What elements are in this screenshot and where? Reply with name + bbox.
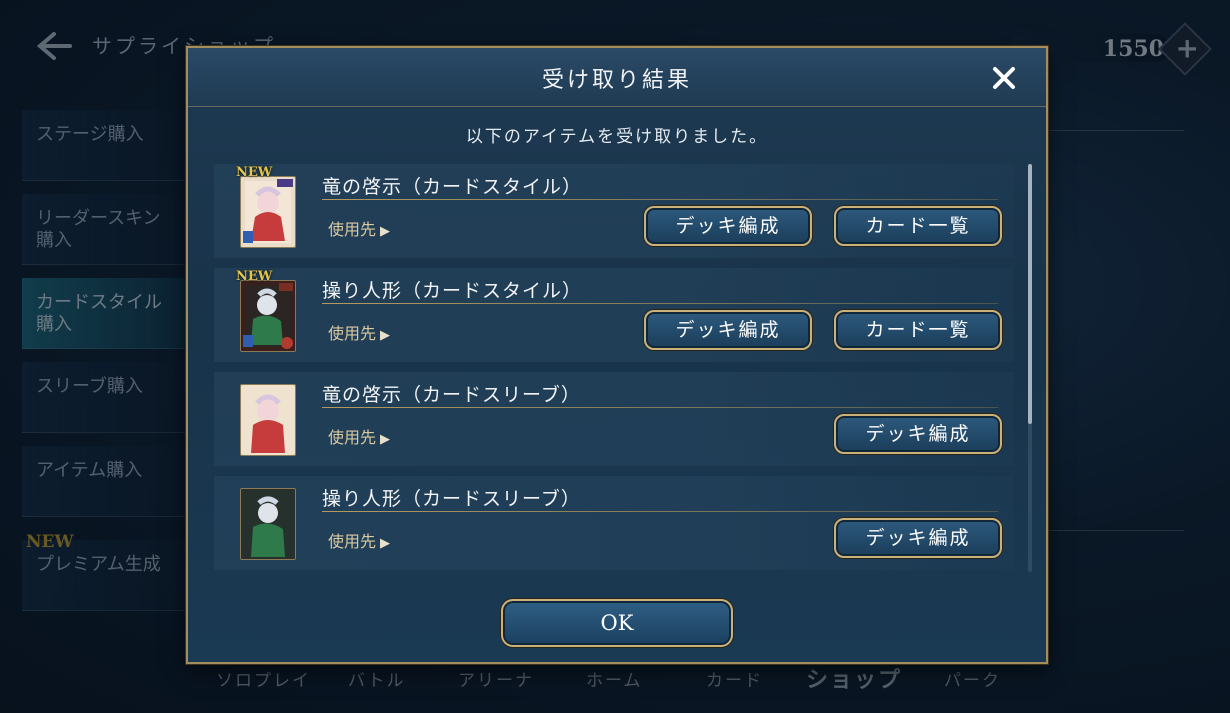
sleeve-thumbnail [240, 488, 296, 560]
list-item: NEW 竜の啓示（カードスタイル） 使用先 ▶ デッキ編成 カード一覧 [214, 164, 1014, 258]
item-name: 竜の啓示（カードスリーブ） [322, 384, 581, 406]
list-item: 操り人形（カードスリーブ） 使用先 ▶ デッキ編成 [214, 476, 1014, 570]
chevron-right-icon: ▶ [380, 432, 391, 447]
card-list-button[interactable]: カード一覧 [834, 206, 1002, 246]
deck-edit-button[interactable]: デッキ編成 [644, 310, 812, 350]
list-item: NEW 操り人形（カードスタイル） 使用先 ▶ デッキ編成 カード一覧 [214, 268, 1014, 362]
usage-link[interactable]: 使用先 ▶ [328, 528, 390, 552]
dialog-message: 以下のアイテムを受け取りました。 [465, 127, 769, 147]
close-icon[interactable] [988, 62, 1020, 94]
card-thumbnail [240, 280, 296, 352]
new-badge: NEW [236, 165, 273, 180]
scrollbar-thumb[interactable] [1028, 164, 1032, 424]
usage-link[interactable]: 使用先 ▶ [328, 424, 390, 448]
card-thumbnail [240, 176, 296, 248]
item-name: 操り人形（カードスリーブ） [322, 488, 581, 510]
sleeve-thumbnail [240, 384, 296, 456]
result-dialog: 受け取り結果 以下のアイテムを受け取りました。 NEW 竜の啓示（カードスタイル… [186, 46, 1048, 664]
deck-edit-button[interactable]: デッキ編成 [834, 414, 1002, 454]
deck-edit-button[interactable]: デッキ編成 [834, 518, 1002, 558]
dialog-header: 受け取り結果 [188, 48, 1046, 107]
usage-link[interactable]: 使用先 ▶ [328, 320, 390, 344]
item-list: NEW 竜の啓示（カードスタイル） 使用先 ▶ デッキ編成 カード一覧 NEW 操… [214, 164, 1014, 574]
item-name: 竜の啓示（カードスタイル） [322, 176, 583, 198]
item-name: 操り人形（カードスタイル） [322, 280, 583, 302]
new-badge: NEW [236, 269, 273, 284]
chevron-right-icon: ▶ [380, 328, 391, 343]
deck-edit-button[interactable]: デッキ編成 [644, 206, 812, 246]
ok-button[interactable]: OK [501, 599, 733, 647]
dialog-title: 受け取り結果 [541, 68, 692, 93]
chevron-right-icon: ▶ [380, 224, 391, 239]
chevron-right-icon: ▶ [380, 536, 391, 551]
list-item: 竜の啓示（カードスリーブ） 使用先 ▶ デッキ編成 [214, 372, 1014, 466]
usage-link[interactable]: 使用先 ▶ [328, 216, 390, 240]
card-list-button[interactable]: カード一覧 [834, 310, 1002, 350]
